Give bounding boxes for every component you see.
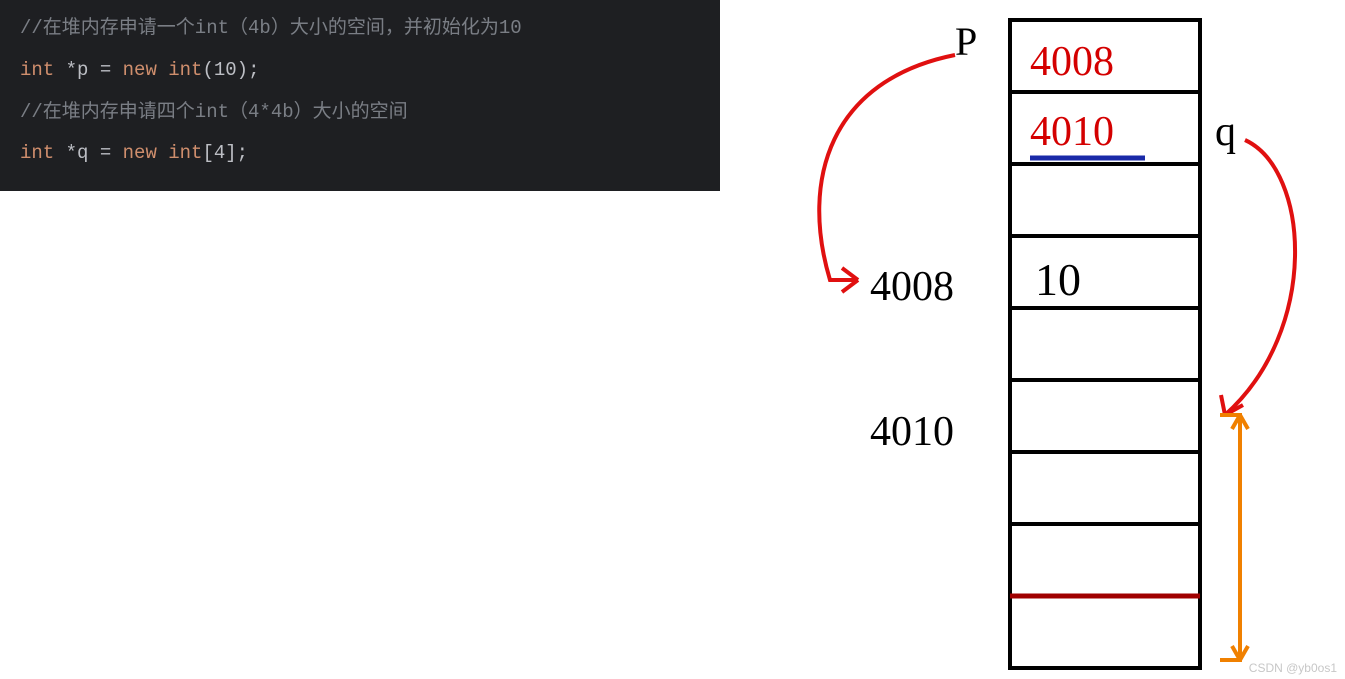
code-comment-1: //在堆内存申请一个int（4b）大小的空间，并初始化为10 — [0, 8, 720, 50]
keyword-new-int: new int — [123, 59, 203, 81]
cell-value-10: 10 — [1035, 254, 1081, 305]
code-text: *q = — [54, 142, 122, 164]
addr-4010: 4010 — [870, 409, 954, 455]
keyword-new-int: new int — [123, 142, 203, 164]
arrow-p-to-4008 — [819, 55, 955, 292]
cell-p-value: 4008 — [1030, 39, 1114, 85]
code-block: //在堆内存申请一个int（4b）大小的空间，并初始化为10 int *p = … — [0, 0, 720, 191]
label-q: q — [1215, 109, 1236, 155]
memory-cells — [1010, 20, 1200, 668]
cell-q-value: 4010 — [1030, 109, 1114, 155]
arrow-array-span — [1220, 415, 1248, 660]
keyword-int: int — [20, 142, 54, 164]
code-line-1: int *p = new int(10); — [0, 50, 720, 92]
code-text: *p = — [54, 59, 122, 81]
label-p: P — [955, 19, 977, 64]
addr-4008: 4008 — [870, 264, 954, 310]
code-text: (10); — [202, 59, 259, 81]
watermark: CSDN @yb0os1 — [1249, 661, 1337, 675]
arrow-q-to-4010 — [1221, 140, 1295, 415]
code-line-2: int *q = new int[4]; — [0, 133, 720, 175]
code-comment-2: //在堆内存申请四个int（4*4b）大小的空间 — [0, 92, 720, 134]
code-text: [4]; — [202, 142, 248, 164]
keyword-int: int — [20, 59, 54, 81]
